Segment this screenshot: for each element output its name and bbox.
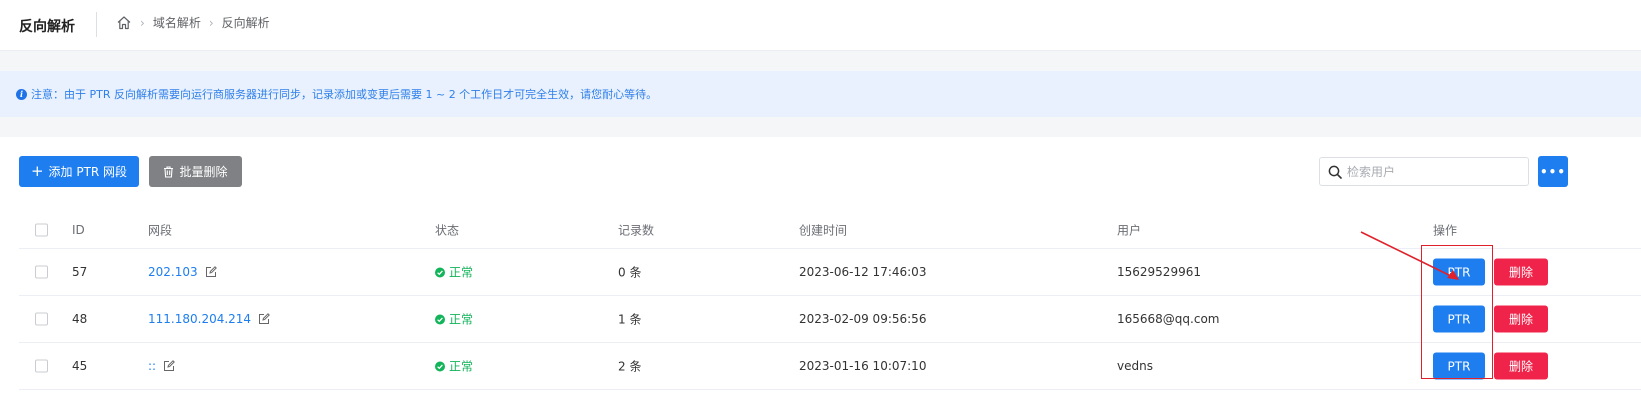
table-row: 48 111.180.204.214 正常 1 条 2023-02-09 09:… [19,296,1641,343]
chevron-right-icon: › [208,15,214,30]
add-ptr-segment-label: 添加 PTR 网段 [48,165,128,179]
check-circle-icon [435,267,445,277]
notice-banner: i 注意：由于 PTR 反向解析需要向运行商服务器进行同步，记录添加或变更后需要… [0,71,1641,117]
table-header-row: ID 网段 状态 记录数 创建时间 用户 操作 [19,212,1641,249]
row-checkbox[interactable] [35,265,48,279]
edit-icon[interactable] [205,266,217,278]
user-cell: 165668@qq.com [1117,312,1220,326]
ptr-button[interactable]: PTR [1433,258,1485,286]
delete-button[interactable]: 删除 [1494,352,1548,380]
check-circle-icon [435,314,445,324]
row-id: 57 [72,265,88,279]
bulk-delete-button[interactable]: 批量删除 [149,156,242,187]
status-text: 正常 [449,312,474,327]
info-icon: i [16,88,27,100]
page-header: 反向解析 › 域名解析 › 反向解析 [0,0,1641,51]
row-id: 48 [72,312,88,326]
column-header-count: 记录数 [618,223,655,238]
segment-link[interactable]: 202.103 [148,265,198,279]
row-checkbox[interactable] [35,312,48,326]
home-icon[interactable] [116,15,132,30]
column-header-created: 创建时间 [799,223,848,238]
segment-cell: 111.180.204.214 [148,312,270,326]
delete-button[interactable]: 删除 [1494,258,1548,286]
page-title: 反向解析 [19,19,75,35]
ptr-table: ID 网段 状态 记录数 创建时间 用户 操作 57 202.103 正常 0 … [19,212,1641,390]
bulk-delete-label: 批量删除 [179,165,228,179]
segment-link[interactable]: :: [148,359,156,373]
table-row: 45 :: 正常 2 条 2023-01-16 10:07:10 vedns P… [19,343,1641,390]
user-cell: 15629529961 [1117,265,1201,279]
add-ptr-segment-button[interactable]: + 添加 PTR 网段 [19,156,139,187]
header-divider [96,12,97,37]
check-circle-icon [435,361,445,371]
status-badge: 正常 [435,311,473,328]
table-row: 57 202.103 正常 0 条 2023-06-12 17:46:03 15… [19,249,1641,296]
column-header-segment: 网段 [148,223,173,238]
status-badge: 正常 [435,358,473,375]
column-header-ops: 操作 [1433,223,1458,238]
delete-button[interactable]: 删除 [1494,305,1548,333]
select-all-checkbox[interactable] [35,223,48,237]
edit-icon[interactable] [258,313,270,325]
trash-icon [164,165,174,178]
row-checkbox[interactable] [35,359,48,373]
row-id: 45 [72,359,88,373]
record-count: 2 条 [618,359,642,374]
created-time: 2023-01-16 10:07:10 [799,359,927,373]
search-box[interactable] [1319,157,1529,186]
plus-icon: + [30,162,44,180]
notice-text: 注意：由于 PTR 反向解析需要向运行商服务器进行同步，记录添加或变更后需要 1… [31,88,658,101]
breadcrumb-item-reverse: 反向解析 [221,16,270,30]
column-header-user: 用户 [1117,223,1142,238]
created-time: 2023-06-12 17:46:03 [799,265,927,279]
column-header-id[interactable]: ID [72,223,85,237]
segment-link[interactable]: 111.180.204.214 [148,312,251,326]
segment-cell: 202.103 [148,265,217,279]
search-input[interactable] [1347,164,1517,179]
status-badge: 正常 [435,264,473,281]
user-cell: vedns [1117,359,1153,373]
edit-icon[interactable] [163,360,176,372]
status-text: 正常 [449,359,474,374]
created-time: 2023-02-09 09:56:56 [799,312,927,326]
main-panel: + 添加 PTR 网段 批量删除 ••• ID 网段 状态 记录数 创建时间 用… [0,137,1641,404]
record-count: 0 条 [618,265,642,280]
search-icon [1328,165,1342,179]
ptr-button[interactable]: PTR [1433,352,1485,380]
chevron-right-icon: › [140,15,145,30]
record-count: 1 条 [618,312,642,327]
breadcrumb: › 域名解析 › 反向解析 [116,14,270,31]
ptr-button[interactable]: PTR [1433,305,1485,333]
more-button[interactable]: ••• [1538,156,1568,187]
column-header-status: 状态 [435,223,460,238]
breadcrumb-item-domain[interactable]: 域名解析 [153,14,201,31]
status-text: 正常 [449,265,474,280]
segment-cell: :: [148,359,176,373]
